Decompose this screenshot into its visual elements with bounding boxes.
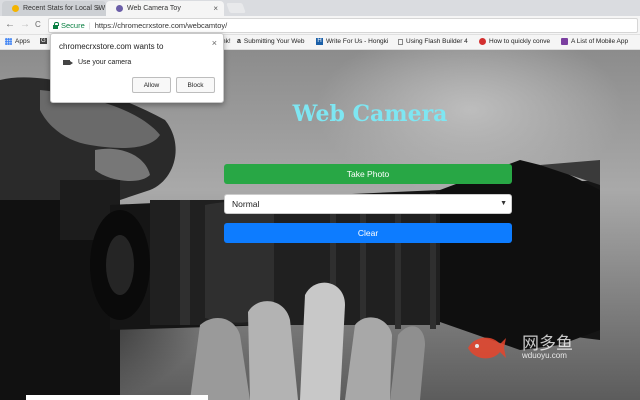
- separator: |: [88, 21, 91, 30]
- popup-title: chromecrxstore.com wants to: [59, 42, 164, 51]
- red-circle-icon: [479, 38, 486, 45]
- chevron-down-icon: ▼: [500, 200, 507, 207]
- watermark-en: wduoyu.com: [522, 351, 567, 360]
- lock-icon: [53, 21, 59, 29]
- bookmark-label: Submitting Your Web: [243, 38, 305, 45]
- g-icon: G: [40, 38, 47, 44]
- bookmark-g[interactable]: G: [40, 38, 47, 44]
- camera-icon: [63, 60, 73, 65]
- bookmark-label: Using Flash Builder 4: [406, 38, 468, 45]
- bookmark-apps[interactable]: Apps: [5, 38, 30, 45]
- puzzle-icon: [561, 38, 568, 45]
- camera-permission-popup: chromecrxstore.com wants to × Use your c…: [50, 33, 224, 103]
- permission-label: Use your camera: [78, 59, 132, 66]
- tab-web-camera-toy[interactable]: Web Camera Toy ×: [106, 1, 224, 16]
- bookmark-write-for-us[interactable]: H Write For Us - Hongki: [316, 38, 388, 45]
- close-tab-icon[interactable]: ×: [95, 4, 100, 13]
- back-button[interactable]: ←: [5, 19, 15, 31]
- forward-button[interactable]: →: [20, 19, 30, 31]
- bottom-strip: [26, 395, 208, 400]
- page-title: Web Camera: [292, 101, 448, 127]
- filter-select[interactable]: Normal ▼: [224, 194, 512, 214]
- url-text: https://chromecrxstore.com/webcamtoy/: [94, 21, 228, 30]
- tab-favicon-icon: [12, 5, 19, 12]
- bookmark-submitting[interactable]: a Submitting Your Web: [237, 38, 305, 45]
- close-icon[interactable]: ×: [212, 38, 217, 48]
- take-photo-button[interactable]: Take Photo: [224, 164, 512, 184]
- watermark: 网多鱼 wduoyu.com: [466, 330, 573, 371]
- clear-button[interactable]: Clear: [224, 223, 512, 243]
- bookmark-flash-builder[interactable]: Using Flash Builder 4: [398, 38, 468, 45]
- new-tab-button[interactable]: [226, 3, 246, 13]
- bookmark-label: A List of Mobile App: [571, 38, 629, 45]
- address-bar[interactable]: Secure | https://chromecrxstore.com/webc…: [48, 18, 638, 33]
- tab-favicon-icon: [116, 5, 123, 12]
- allow-button[interactable]: Allow: [132, 77, 171, 93]
- secure-label: Secure: [61, 21, 85, 30]
- bookmark-label: Write For Us - Hongki: [326, 38, 389, 45]
- h-icon: H: [316, 38, 323, 45]
- fish-logo-icon: [468, 337, 506, 359]
- bookmark-how-to-convert[interactable]: How to quickly conve: [479, 38, 550, 45]
- tab-label: Recent Stats for Local SW: [23, 5, 106, 12]
- permission-row: Use your camera: [63, 59, 131, 66]
- tab-recent-stats[interactable]: Recent Stats for Local SW ×: [2, 1, 106, 16]
- doc-icon: [398, 38, 403, 45]
- close-tab-icon[interactable]: ×: [213, 4, 218, 13]
- secure-indicator[interactable]: Secure: [53, 21, 85, 30]
- tab-strip: Recent Stats for Local SW × Web Camera T…: [0, 0, 640, 16]
- filter-select-value: Normal: [232, 199, 260, 209]
- bookmark-label: How to quickly conve: [489, 38, 551, 45]
- bookmark-label: Apps: [15, 38, 30, 45]
- apps-grid-icon: [5, 38, 12, 45]
- amazon-icon: a: [237, 38, 241, 45]
- tab-label: Web Camera Toy: [127, 5, 181, 12]
- block-button[interactable]: Block: [176, 77, 215, 93]
- bookmark-mobile-apps[interactable]: A List of Mobile App: [561, 38, 628, 45]
- reload-button[interactable]: C: [35, 19, 41, 31]
